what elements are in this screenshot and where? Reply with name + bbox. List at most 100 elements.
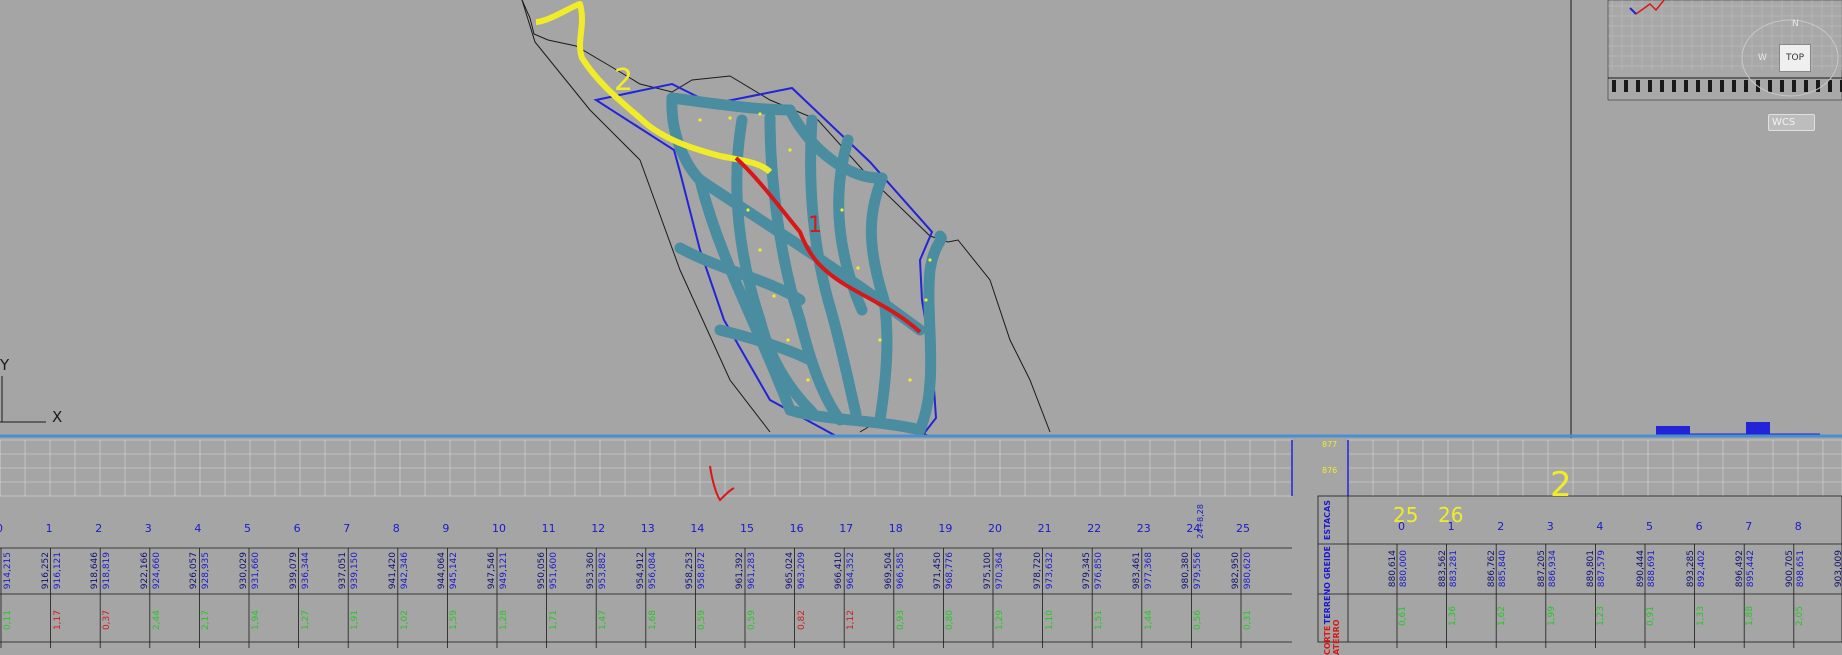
profile1-greide-value: 942,346 — [399, 552, 410, 590]
profile1-greide-value: 973,632 — [1044, 552, 1055, 590]
profile1-cutfill-value: 0,37 — [102, 610, 113, 631]
profile1-terreno-value: 980,380 — [1181, 552, 1192, 590]
profile1-station-label: 9 — [442, 522, 450, 535]
profile1-gridlines — [0, 440, 1292, 496]
profile1-greide-value: 951,600 — [548, 552, 559, 590]
profile1-greide-value: 939,150 — [350, 552, 361, 590]
profile1-cutfill-value: 0,59 — [697, 610, 708, 631]
profile2-tag: 2 — [1550, 465, 1572, 505]
profile1-greide-value: 970,364 — [995, 552, 1005, 590]
profile1-station-extra: 24+8,28 — [1196, 504, 1205, 539]
profile1-greide-value: 958,872 — [697, 552, 708, 590]
profile1-cutfill-value: 1,29 — [995, 610, 1005, 631]
profile1-terreno-value: 922,166 — [139, 552, 150, 590]
profile2-axis-top: 877 — [1322, 440, 1338, 449]
profile1-station-label: 3 — [144, 522, 152, 535]
profile2-station-label: 6 — [1695, 520, 1703, 533]
profile1-terreno-value: 944,064 — [437, 552, 448, 590]
model-space-canvas[interactable]: 2 1 X Y 2 25 26 W N — [0, 0, 1842, 655]
profile2-greide-value: 886,934 — [1547, 550, 1558, 588]
profile1-station-label: 18 — [888, 522, 903, 535]
profile1-cutfill-value: 0,82 — [796, 610, 807, 631]
profile1-terreno-value: 947,546 — [487, 552, 497, 590]
profile2-station-label: 8 — [1794, 520, 1802, 533]
profile2-cutfill-value: 1,62 — [1497, 606, 1508, 627]
profile2-terreno-value: 893,285 — [1685, 550, 1696, 588]
profile1-terreno-value: 978,720 — [1032, 552, 1043, 590]
profile1-terreno-value: 969,504 — [883, 552, 894, 590]
profile2-greide-value: 885,840 — [1498, 550, 1509, 588]
profile2-terreno-value: 886,762 — [1487, 550, 1498, 588]
profile2-station-label: 2 — [1497, 520, 1505, 533]
profile1-terreno-value: 975,100 — [983, 552, 993, 590]
profile1-terreno-value: 961,392 — [735, 552, 745, 590]
profile2-cutfill-value: 1,33 — [1695, 606, 1706, 627]
profile2-station-label: 0 — [1398, 520, 1405, 533]
profile1-station-label: 21 — [1037, 522, 1052, 535]
profile1-station-label: 13 — [640, 522, 655, 535]
profile1-cutfill-value: 1,02 — [399, 610, 410, 631]
profile1-greide-value: 924,660 — [151, 552, 162, 590]
profile2-station-label: 5 — [1646, 520, 1653, 533]
profile1-greide-value: 966,585 — [895, 552, 906, 590]
profile2-greide-value: 887,579 — [1597, 550, 1608, 588]
profile1-cutfill-value: 1,10 — [1044, 610, 1055, 631]
navcube-top-face[interactable]: TOP — [1779, 44, 1811, 72]
profile1-cutfill-value: 1,51 — [1094, 610, 1105, 631]
profile2-terreno-value: 890,444 — [1636, 550, 1646, 588]
profile1-greide-value: 936,344 — [300, 552, 311, 590]
profile2-terreno-value: 889,801 — [1586, 550, 1597, 588]
profile2-cutfill-value: 1,36 — [1447, 606, 1458, 627]
profile1-station-label: 23 — [1136, 522, 1151, 535]
profile2-label-corte: CORTE ATERRO — [1323, 619, 1341, 655]
profile1-cutfill-value: 1,91 — [350, 610, 361, 631]
profile2-terreno-value: 887,205 — [1536, 550, 1547, 588]
wcs-dropdown[interactable]: WCS — [1768, 114, 1815, 131]
profile1-greide-value: 968,776 — [945, 552, 956, 590]
profile1-terreno-value: 953,360 — [586, 552, 597, 590]
profile1-cutfill-value: 0,31 — [1243, 610, 1253, 631]
profile1-terreno-value: 937,051 — [338, 552, 349, 590]
profile1-station-label: 12 — [591, 522, 606, 535]
profile1-greide-value: 977,368 — [1143, 552, 1154, 590]
profile2-terreno-value: 880,614 — [1388, 550, 1398, 588]
profile2-station-label: 3 — [1546, 520, 1554, 533]
navcube-west[interactable]: W — [1758, 53, 1767, 63]
profile1-cutfill-value: 0,80 — [945, 610, 956, 631]
profile1-terreno-value: 950,056 — [536, 552, 547, 590]
profile1-greide-value: 918,819 — [102, 552, 113, 590]
profile2-hand-25: 25 — [1393, 503, 1418, 527]
profile1-cutfill-value: 1,94 — [251, 610, 261, 631]
profile1-terreno-value: 930,029 — [239, 552, 249, 590]
profile1-station-label: 14 — [690, 522, 705, 535]
profile2-greide-value: 892,402 — [1696, 550, 1707, 588]
profile1-terreno-value: 941,420 — [387, 552, 398, 590]
profile1-station-label: 11 — [541, 522, 556, 535]
profile1-station-label: 4 — [194, 522, 202, 535]
profile1-station-label: 5 — [244, 522, 251, 535]
profile1-cutfill-value: 0,59 — [747, 610, 757, 631]
profile1-station-ticks — [0, 548, 1242, 648]
profile1-terreno-value: 926,057 — [189, 552, 200, 590]
profile1-terreno-value: 916,252 — [40, 552, 51, 590]
status-block-2 — [1746, 422, 1770, 434]
profile2-greide-value: 895,442 — [1746, 550, 1757, 588]
profile1-cutfill-value: 1,68 — [647, 610, 658, 631]
profile1-station-label: 1 — [45, 522, 53, 535]
profile1-cutfill-value: 2,44 — [151, 610, 162, 631]
profile2-gridlines — [1347, 440, 1842, 496]
profile1-station-label: 10 — [492, 522, 506, 535]
profile1-cutfill-value: 2,17 — [201, 610, 212, 631]
profile1-cutfill-value: 0,11 — [3, 610, 13, 631]
profile1-greide-value: 976,850 — [1094, 552, 1105, 590]
profile1-terreno-value: 982,950 — [1231, 552, 1241, 590]
profile1-terreno-value: 965,024 — [784, 552, 795, 590]
profile2-greide-value: 883,281 — [1448, 550, 1459, 588]
profile1-greide-value: 914,215 — [3, 552, 13, 590]
plan-route-2-annotation: 2 — [614, 63, 633, 98]
navcube-north[interactable]: N — [1792, 19, 1799, 29]
profile2-axis-bottom: 876 — [1322, 466, 1338, 475]
profile1-cutfill-value: 1,27 — [300, 610, 311, 631]
profile1-cutfill-value: 1,47 — [598, 610, 609, 631]
profile1-greide-value: 961,283 — [747, 552, 757, 590]
